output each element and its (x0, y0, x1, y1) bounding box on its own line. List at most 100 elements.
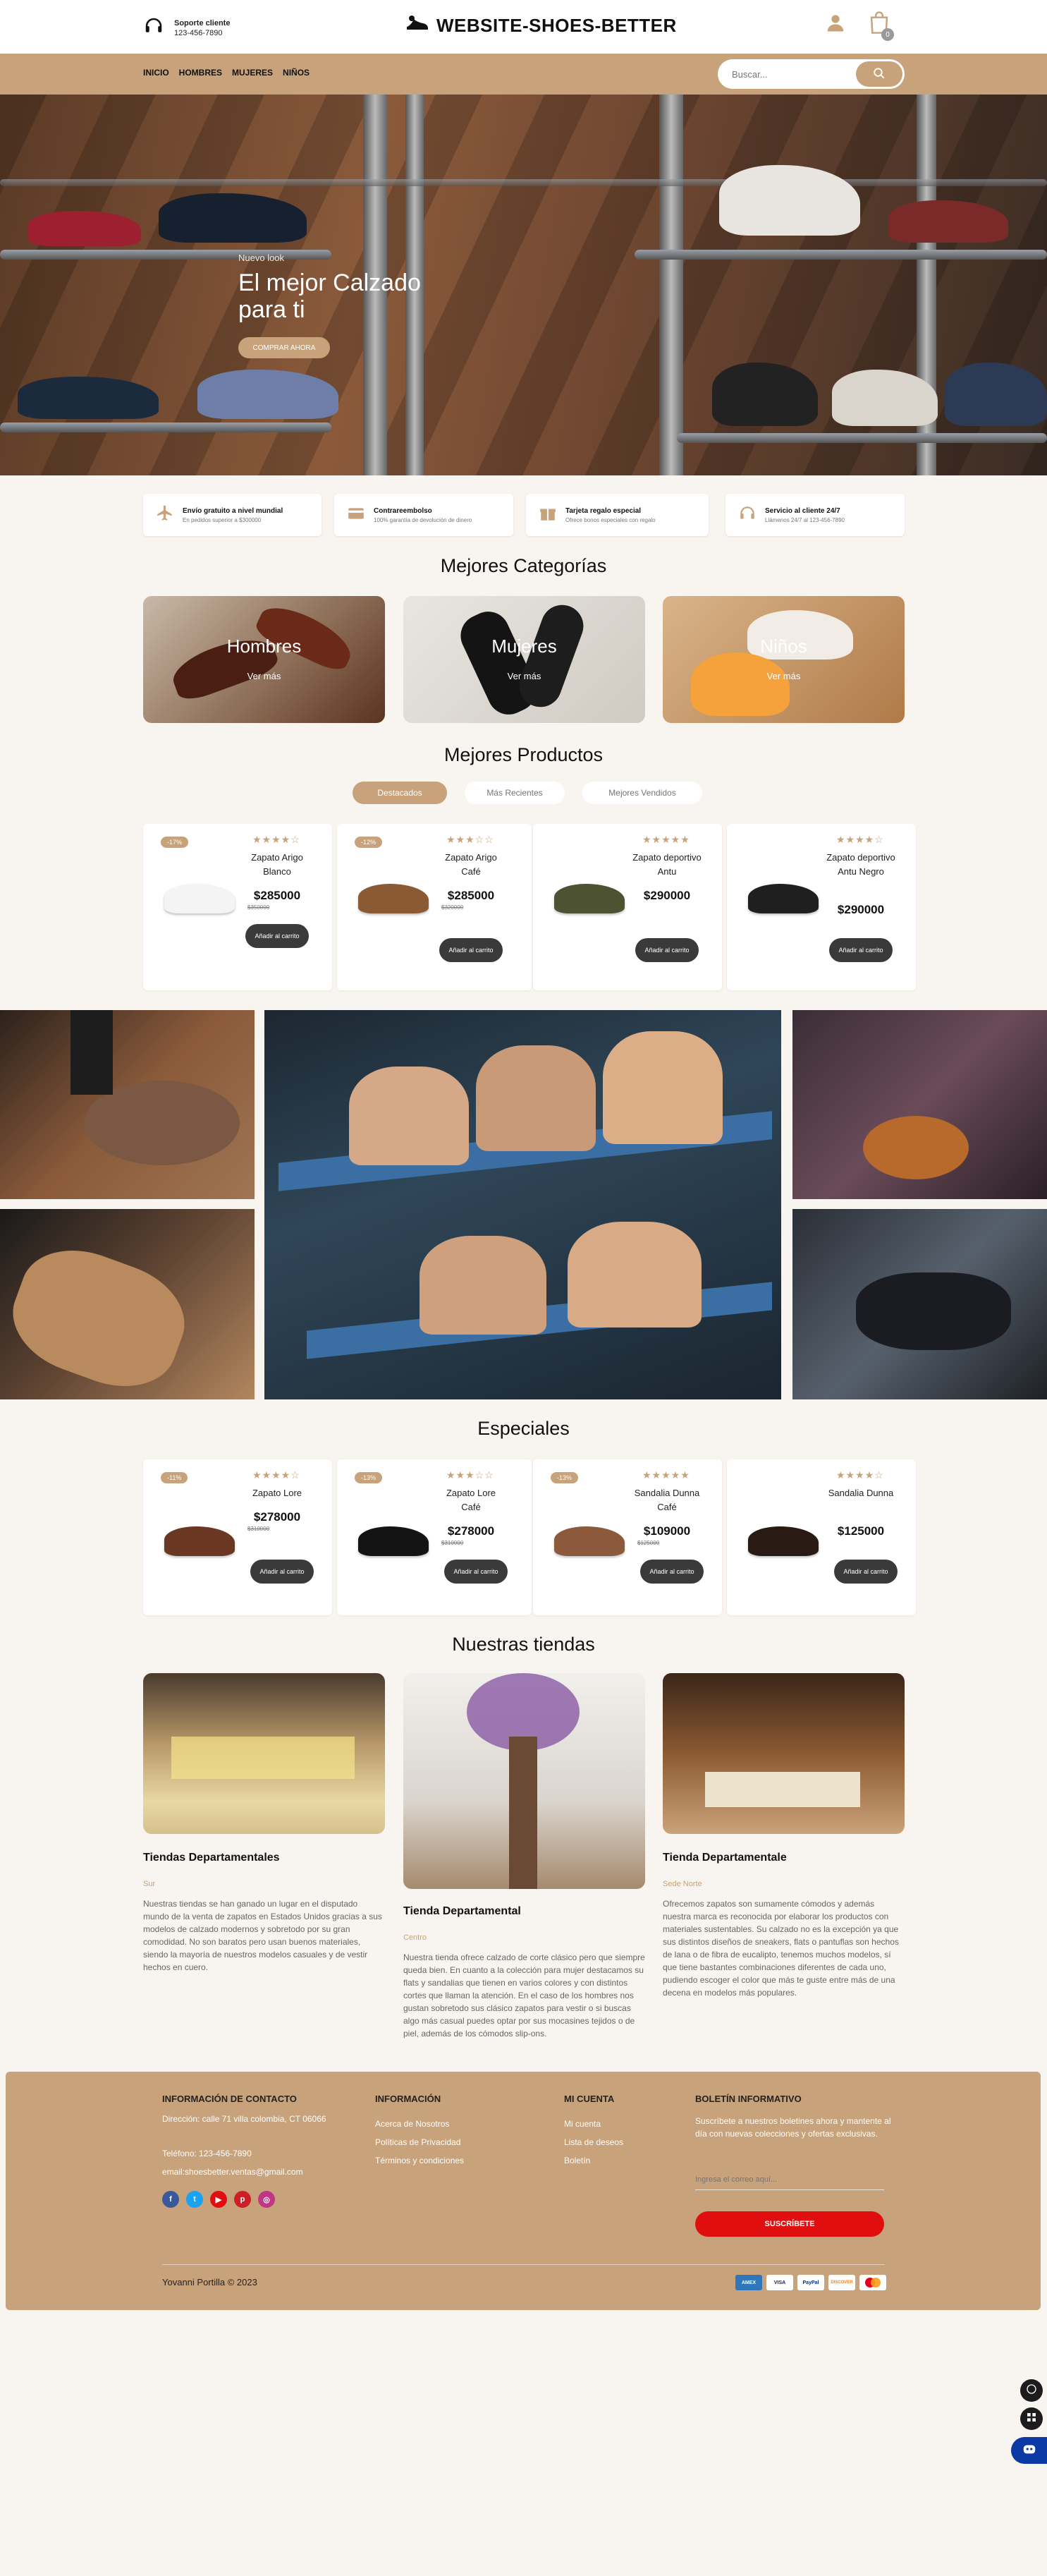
subscribe-button[interactable]: SUSCRÍBETE (695, 2211, 884, 2237)
store-region: Sede Norte (663, 1880, 702, 1888)
search-box (718, 59, 905, 89)
product-name[interactable]: Sandalia Dunna Café (632, 1486, 702, 1514)
site-logo[interactable]: WEBSITE-SHOES-BETTER (405, 14, 677, 37)
footer-email[interactable]: email:shoesbetter.ventas@gmail.com (162, 2163, 303, 2181)
product-image[interactable] (748, 884, 819, 913)
footer-link-wishlist[interactable]: Lista de deseos (564, 2133, 623, 2151)
product-card[interactable]: -13% ★★★★★ Sandalia Dunna Café $109000 $1250… (533, 1459, 722, 1615)
product-card[interactable]: ★★★★★ Zapato deportivo Antu $290000 Añadir … (533, 824, 722, 990)
gift-icon (539, 504, 557, 526)
product-price: $125000 (837, 1524, 885, 1538)
product-name[interactable]: Zapato deportivo Antu (632, 851, 702, 879)
product-name[interactable]: Sandalia Dunna (826, 1486, 896, 1500)
footer-newsletter-text: Suscríbete a nuestros boletines ahora y … (695, 2116, 891, 2139)
product-name[interactable]: Zapato Arigo Blanco (242, 851, 312, 879)
social-links: f t ▶ p ◎ (162, 2191, 275, 2208)
footer-link-privacy[interactable]: Políticas de Privacidad (375, 2133, 460, 2151)
product-image[interactable] (358, 1526, 429, 1556)
user-icon[interactable] (825, 12, 846, 37)
product-image[interactable] (164, 1526, 235, 1556)
category-link[interactable]: Ver más (403, 671, 645, 681)
hero-pole (659, 95, 683, 475)
category-card-mujeres[interactable]: Mujeres Ver más (403, 596, 645, 723)
add-to-cart-button[interactable]: Añadir al carrito (829, 938, 893, 962)
product-card[interactable]: -12% ★★★☆☆ Zapato Arigo Café $285000 $320000… (337, 824, 532, 990)
search-input[interactable] (718, 59, 856, 89)
category-card-ninos[interactable]: Niños Ver más (663, 596, 905, 723)
category-card-hombres[interactable]: Hombres Ver más (143, 596, 385, 723)
cart-button[interactable]: 0 (869, 11, 894, 41)
feature-shipping: Envío gratuito a nivel mundial En pedidos… (143, 494, 322, 536)
footer-link-newsletter[interactable]: Boletín (564, 2151, 590, 2170)
product-card[interactable]: ★★★★☆ Zapato deportivo Antu Negro $290000 A… (727, 824, 916, 990)
category-link[interactable]: Ver más (143, 671, 385, 681)
footer-link-about[interactable]: Acerca de Nosotros (375, 2115, 449, 2133)
amex-icon: AMEX (735, 2275, 762, 2290)
product-card[interactable]: -17% ★★★★☆ Zapato Arigo Blanco $285000 $3500… (143, 824, 332, 990)
gallery-detail (349, 1067, 469, 1165)
footer-link-terms[interactable]: Términos y condiciones (375, 2151, 464, 2170)
twitter-icon[interactable]: t (186, 2191, 203, 2208)
gallery-detail (863, 1116, 969, 1179)
product-image[interactable] (554, 1526, 625, 1556)
discount-badge: -11% (161, 1472, 188, 1483)
product-name[interactable]: Zapato Lore (242, 1486, 312, 1500)
nav-link-inicio[interactable]: INICIO (143, 68, 169, 78)
add-to-cart-button[interactable]: Añadir al carrito (439, 938, 503, 962)
product-image[interactable] (748, 1526, 819, 1556)
pinterest-icon[interactable]: p (234, 2191, 251, 2208)
instagram-icon[interactable]: ◎ (258, 2191, 275, 2208)
tab-vendidos[interactable]: Mejores Vendidos (582, 782, 702, 804)
facebook-icon[interactable]: f (162, 2191, 179, 2208)
category-link[interactable]: Ver más (663, 671, 905, 681)
products-title: Mejores Productos (443, 744, 604, 765)
add-to-cart-button[interactable]: Añadir al carrito (245, 924, 309, 948)
rating-stars: ★★★★☆ (836, 834, 884, 845)
footer-link-account[interactable]: Mi cuenta (564, 2115, 601, 2133)
product-name[interactable]: Zapato Lore Café (436, 1486, 506, 1514)
whatsapp-float-button[interactable] (1020, 2379, 1043, 2402)
product-card[interactable]: -11% ★★★★☆ Zapato Lore $278000 $310000 Añadir… (143, 1459, 332, 1615)
add-to-cart-button[interactable]: Añadir al carrito (834, 1560, 898, 1584)
grid-float-button[interactable] (1020, 2407, 1043, 2430)
product-name[interactable]: Zapato deportivo Antu Negro (826, 851, 896, 879)
newsletter-email-input[interactable] (695, 2169, 884, 2190)
product-card[interactable]: -13% ★★★☆☆ Zapato Lore Café $278000 $310000 A… (337, 1459, 532, 1615)
product-image[interactable] (554, 884, 625, 913)
bot-float-button[interactable] (1011, 2437, 1047, 2464)
gallery-image-sole (0, 1209, 255, 1399)
product-card[interactable]: ★★★★☆ Sandalia Dunna $125000 Añadir al carr… (727, 1459, 916, 1615)
store-region: Centro (403, 1933, 427, 1942)
product-price: $285000 (447, 889, 495, 902)
search-button[interactable] (856, 61, 902, 87)
feature-support: Servicio al cliente 24/7 Llámenos 24/7 al… (725, 494, 905, 536)
add-to-cart-button[interactable]: Añadir al carrito (635, 938, 699, 962)
add-to-cart-button[interactable]: Añadir al carrito (640, 1560, 704, 1584)
add-to-cart-button[interactable]: Añadir al carrito (444, 1560, 508, 1584)
product-name[interactable]: Zapato Arigo Café (436, 851, 506, 879)
copyright: Yovanni Portilla © 2023 (162, 2277, 257, 2288)
tab-destacados[interactable]: Destacados (353, 782, 447, 804)
gallery-image-stitching (0, 1010, 255, 1199)
product-image[interactable] (358, 884, 429, 913)
store-desc: Nuestra tienda ofrece calzado de corte c… (403, 1952, 645, 2039)
rating-stars: ★★★★☆ (836, 1469, 884, 1481)
stores-title: Nuestras tiendas (452, 1634, 595, 1655)
support-block[interactable]: Soporte cliente 123-456-7890 (143, 16, 230, 40)
old-price: $125000 (637, 1540, 660, 1546)
specials-title: Especiales (477, 1418, 570, 1439)
old-price: $350000 (247, 904, 270, 911)
nav-link-ninos[interactable]: NIÑOS (283, 68, 310, 78)
hero-shelf (677, 433, 1047, 443)
product-image[interactable] (164, 884, 235, 913)
nav-link-hombres[interactable]: HOMBRES (179, 68, 222, 78)
rating-stars: ★★★★☆ (252, 834, 300, 845)
hero-banner (0, 95, 1047, 475)
hero-shop-button[interactable]: COMPRAR AHORA (238, 337, 330, 358)
category-name: Hombres (226, 636, 302, 657)
tab-recientes[interactable]: Más Recientes (465, 782, 565, 804)
add-to-cart-button[interactable]: Añadir al carrito (250, 1560, 314, 1584)
hero-shelf (0, 179, 1047, 186)
nav-link-mujeres[interactable]: MUJERES (232, 68, 273, 78)
youtube-icon[interactable]: ▶ (210, 2191, 227, 2208)
